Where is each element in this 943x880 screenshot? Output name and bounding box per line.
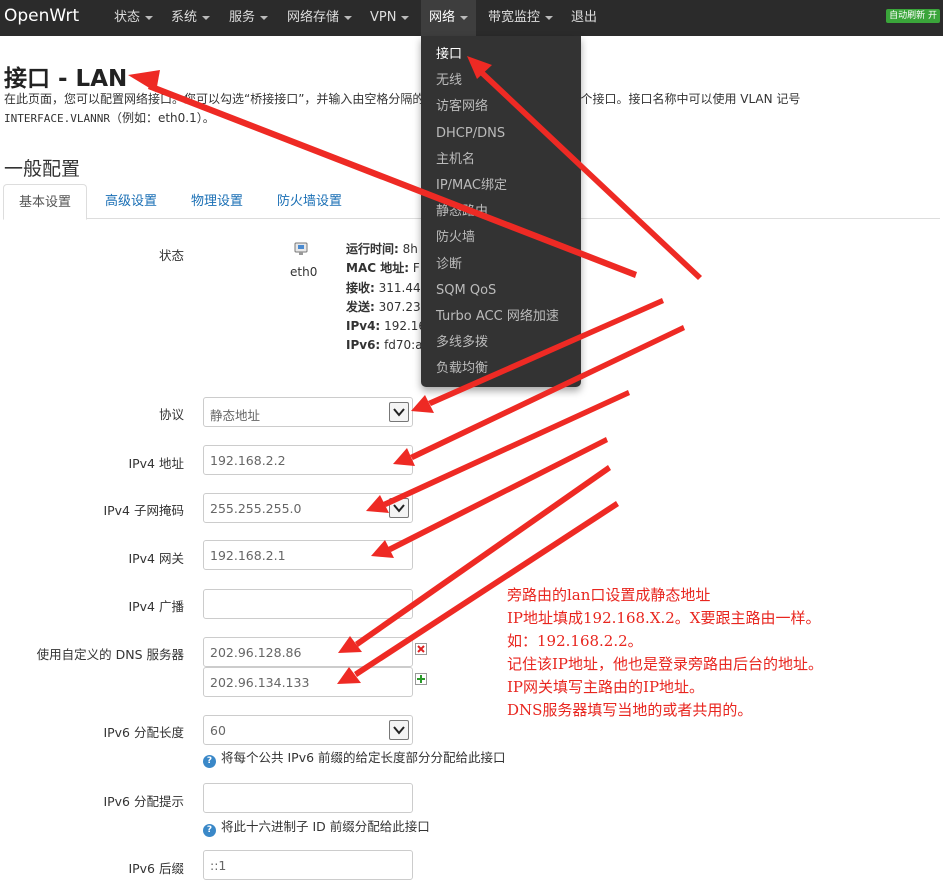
menu-system[interactable]: 系统: [163, 0, 218, 36]
ipv6-suffix-input[interactable]: [203, 850, 413, 880]
ipv6-assign-hint-label: IPv6 分配提示: [103, 794, 184, 809]
menu-network[interactable]: 网络: [421, 0, 477, 36]
ipv6-assign-length-label: IPv6 分配长度: [103, 725, 184, 740]
tab-physical[interactable]: 物理设置: [176, 184, 258, 219]
dropdown-item-static-routes[interactable]: 静态路由: [421, 199, 581, 225]
dropdown-item-diagnostics[interactable]: 诊断: [421, 252, 581, 278]
chevron-down-icon: [545, 15, 554, 20]
ipv6-suffix-label: IPv6 后缀: [128, 861, 184, 876]
chevron-down-icon: [260, 15, 269, 20]
ipv6-assign-length-help: ? 将每个公共 IPv6 前缀的给定长度部分分配给此接口: [203, 747, 506, 768]
ipv4-address-input[interactable]: [203, 445, 413, 475]
dropdown-item-wireless[interactable]: 无线: [421, 68, 581, 94]
ipv4-netmask-value: 255.255.255.0: [210, 501, 302, 516]
dropdown-item-multiwan[interactable]: 多线多拨: [421, 330, 581, 356]
dns-server-input-2[interactable]: [203, 667, 413, 697]
protocol-label: 协议: [158, 407, 184, 422]
chevron-down-icon: [202, 15, 211, 20]
ipv4-address-label: IPv4 地址: [128, 456, 184, 471]
chevron-down-icon: [145, 15, 154, 20]
dns-servers-label: 使用自定义的 DNS 服务器: [36, 647, 184, 662]
annotation-arrow: [388, 437, 608, 552]
protocol-select[interactable]: 静态地址: [203, 397, 413, 427]
help-icon: ?: [203, 824, 216, 837]
help-icon: ?: [203, 755, 216, 768]
menu-services[interactable]: 服务: [221, 0, 276, 36]
remove-icon[interactable]: [415, 643, 427, 655]
status-interface-name: eth0: [290, 265, 318, 279]
dropdown-item-sqm-qos[interactable]: SQM QoS: [421, 278, 581, 304]
protocol-select-value: 静态地址: [210, 408, 261, 423]
annotation-arrow: [383, 390, 630, 507]
status-label: 状态: [158, 248, 184, 263]
chevron-down-icon: [401, 15, 410, 20]
dropdown-item-firewall[interactable]: 防火墙: [421, 225, 581, 251]
top-navbar: OpenWrt 状态 系统 服务 网络存储 VPN 网络 带宽监控 退出 自动刷…: [0, 0, 943, 36]
menu-logout[interactable]: 退出: [563, 0, 605, 36]
chevron-down-icon: [389, 720, 409, 740]
dropdown-item-turbo-acc[interactable]: Turbo ACC 网络加速: [421, 304, 581, 330]
dropdown-item-dhcp-dns[interactable]: DHCP/DNS: [421, 121, 581, 147]
dns-server-input-1[interactable]: [203, 637, 413, 667]
auto-refresh-badge[interactable]: 自动刷新 开: [886, 9, 940, 23]
dropdown-item-guest-network[interactable]: 访客网络: [421, 94, 581, 120]
ipv4-netmask-label: IPv4 子网掩码: [103, 503, 184, 518]
menu-nas[interactable]: 网络存储: [279, 0, 360, 36]
annotation-note: 旁路由的lan口设置成静态地址 IP地址填成192.168.X.2。X要跟主路由…: [507, 586, 824, 719]
dropdown-item-ip-mac-bind[interactable]: IP/MAC绑定: [421, 173, 581, 199]
tab-basic[interactable]: 基本设置: [3, 184, 88, 220]
chevron-down-icon: [344, 15, 353, 20]
add-icon[interactable]: [415, 673, 427, 685]
menu-status[interactable]: 状态: [106, 0, 161, 36]
chevron-down-icon: [460, 15, 469, 20]
ethernet-port-icon: [294, 242, 308, 255]
status-details: 运行时间: 8h MAC 地址: F 接收: 311.44 发送: 307.23…: [346, 242, 421, 353]
ipv6-assign-length-value: 60: [210, 723, 226, 738]
ipv6-assign-hint-help: ? 将此十六进制子 ID 前缀分配给此接口: [203, 816, 430, 837]
ipv4-gateway-input[interactable]: [203, 540, 413, 570]
dropdown-item-load-balance[interactable]: 负载均衡: [421, 356, 581, 382]
page-title: 接口 - LAN: [4, 66, 128, 92]
menu-vpn[interactable]: VPN: [362, 0, 417, 36]
ipv4-broadcast-label: IPv4 广播: [128, 599, 184, 614]
chevron-down-icon: [389, 498, 409, 518]
ipv6-assign-hint-input[interactable]: [203, 783, 413, 813]
dropdown-item-interfaces[interactable]: 接口: [421, 42, 581, 68]
network-dropdown-menu: 接口 无线 访客网络 DHCP/DNS 主机名 IP/MAC绑定 静态路由 防火…: [421, 36, 581, 387]
ipv6-assign-length-select[interactable]: 60: [203, 715, 413, 745]
tab-firewall[interactable]: 防火墙设置: [262, 184, 357, 219]
dropdown-item-hostnames[interactable]: 主机名: [421, 147, 581, 173]
annotation-arrow-head: [128, 70, 160, 92]
ipv4-gateway-label: IPv4 网关: [128, 551, 184, 566]
tab-advanced[interactable]: 高级设置: [90, 184, 172, 219]
brand-logo[interactable]: OpenWrt: [4, 6, 79, 26]
annotation-arrow-head: [411, 395, 434, 413]
ipv4-netmask-select[interactable]: 255.255.255.0: [203, 493, 413, 523]
menu-bandwidth[interactable]: 带宽监控: [480, 0, 561, 36]
chevron-down-icon: [389, 402, 409, 422]
section-title: 一般配置: [4, 158, 81, 180]
ipv4-broadcast-input[interactable]: [203, 589, 413, 619]
